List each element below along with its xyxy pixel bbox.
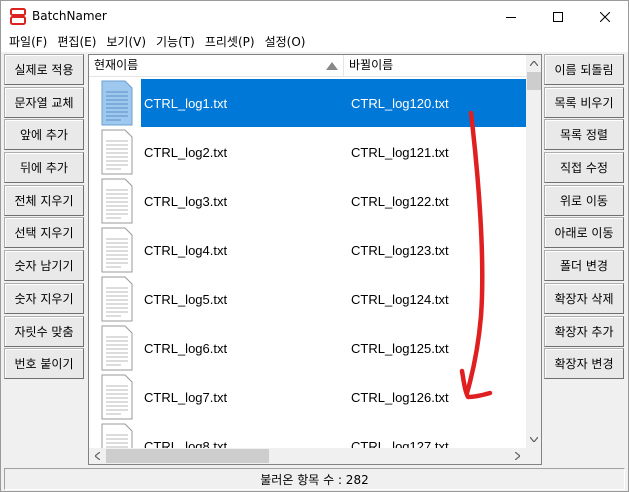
- text-file-icon: [101, 325, 133, 371]
- move-down-button[interactable]: 아래로 이동: [544, 217, 624, 249]
- menu-tools[interactable]: 기능(T): [151, 32, 200, 52]
- close-icon: [600, 11, 610, 22]
- remove-numbers-button[interactable]: 숫자 지우기: [4, 282, 84, 314]
- current-name-cell: CTRL_log2.txt: [144, 145, 228, 160]
- text-file-icon: [101, 227, 133, 273]
- column-current-name[interactable]: 현재이름: [89, 55, 344, 77]
- list-item[interactable]: CTRL_log6.txt CTRL_log125.txt: [89, 323, 526, 372]
- scroll-left-icon: [95, 452, 100, 460]
- scroll-down-icon: [530, 437, 538, 442]
- title-bar[interactable]: BatchNamer: [1, 1, 628, 32]
- move-up-button[interactable]: 위로 이동: [544, 184, 624, 216]
- list-item[interactable]: CTRL_log7.txt CTRL_log126.txt: [89, 372, 526, 421]
- status-bar: 불러온 항목 수 : 282: [4, 468, 625, 490]
- replace-string-button[interactable]: 문자열 교체: [4, 86, 84, 118]
- maximize-icon: [553, 11, 563, 22]
- apply-button[interactable]: 실제로 적용: [4, 54, 84, 85]
- text-file-icon: [101, 129, 133, 175]
- list-item[interactable]: CTRL_log5.txt CTRL_log124.txt: [89, 274, 526, 323]
- scroll-left-button[interactable]: [89, 448, 106, 464]
- text-file-icon: [101, 276, 133, 322]
- new-name-cell: CTRL_log120.txt: [351, 96, 449, 111]
- new-name-cell: CTRL_log127.txt: [351, 439, 449, 448]
- current-name-cell: CTRL_log6.txt: [144, 341, 228, 356]
- horizontal-scrollbar[interactable]: [89, 448, 526, 464]
- new-name-cell: CTRL_log126.txt: [351, 390, 449, 405]
- list-item[interactable]: CTRL_log3.txt CTRL_log122.txt: [89, 176, 526, 225]
- text-file-icon: [101, 423, 133, 448]
- column-new-name[interactable]: 바뀔이름: [344, 55, 526, 77]
- text-file-icon: [101, 80, 133, 126]
- menu-file[interactable]: 파일(F): [4, 32, 52, 52]
- list-item[interactable]: CTRL_log2.txt CTRL_log121.txt: [89, 127, 526, 176]
- clear-selection-button[interactable]: 선택 지우기: [4, 217, 84, 249]
- clear-list-button[interactable]: 목록 비우기: [544, 86, 624, 118]
- loaded-count-text: 불러온 항목 수 : 282: [260, 472, 369, 487]
- scroll-up-icon: [530, 61, 538, 66]
- file-list-view[interactable]: 현재이름 바뀔이름 CTRL_log1.txt CTRL_log120.txt: [88, 54, 542, 465]
- current-name-cell: CTRL_log4.txt: [144, 243, 228, 258]
- column-new-name-label: 바뀔이름: [349, 58, 394, 72]
- batchnamer-app-icon: [10, 8, 26, 25]
- current-name-cell: CTRL_log5.txt: [144, 292, 228, 307]
- right-button-panel: 이름 되돌림 목록 비우기 목록 정렬 직접 수정 위로 이동 아래로 이동 폴…: [544, 54, 624, 381]
- change-folder-button[interactable]: 폴더 변경: [544, 250, 624, 282]
- sort-ascending-icon: [326, 62, 338, 70]
- menu-view[interactable]: 보기(V): [101, 32, 151, 52]
- list-item[interactable]: CTRL_log4.txt CTRL_log123.txt: [89, 225, 526, 274]
- menu-bar: 파일(F) 편집(E) 보기(V) 기능(T) 프리셋(P) 설정(O): [1, 32, 628, 52]
- vertical-scrollbar[interactable]: [526, 55, 541, 448]
- current-name-cell: CTRL_log8.txt: [144, 439, 228, 448]
- scroll-up-button[interactable]: [526, 55, 541, 72]
- scrollbar-corner: [526, 448, 541, 464]
- text-file-icon: [101, 374, 133, 420]
- new-name-cell: CTRL_log121.txt: [351, 145, 449, 160]
- keep-numbers-button[interactable]: 숫자 남기기: [4, 250, 84, 282]
- add-extension-button[interactable]: 확장자 추가: [544, 315, 624, 347]
- batchnamer-window: BatchNamer 파일(F) 편집(E) 보기(V) 기능(T) 프리셋(P…: [0, 0, 629, 492]
- new-name-cell: CTRL_log124.txt: [351, 292, 449, 307]
- clear-all-button[interactable]: 전체 지우기: [4, 184, 84, 216]
- remove-extension-button[interactable]: 확장자 삭제: [544, 282, 624, 314]
- current-name-cell: CTRL_log7.txt: [144, 390, 228, 405]
- add-suffix-button[interactable]: 뒤에 추가: [4, 152, 84, 184]
- undo-rename-button[interactable]: 이름 되돌림: [544, 54, 624, 85]
- maximize-button[interactable]: [535, 1, 581, 32]
- add-prefix-button[interactable]: 앞에 추가: [4, 119, 84, 151]
- scroll-down-button[interactable]: [526, 431, 541, 448]
- left-button-panel: 실제로 적용 문자열 교체 앞에 추가 뒤에 추가 전체 지우기 선택 지우기 …: [4, 54, 84, 381]
- new-name-cell: CTRL_log123.txt: [351, 243, 449, 258]
- change-extension-button[interactable]: 확장자 변경: [544, 348, 624, 380]
- menu-edit[interactable]: 편집(E): [52, 32, 101, 52]
- new-name-cell: CTRL_log125.txt: [351, 341, 449, 356]
- sort-list-button[interactable]: 목록 정렬: [544, 119, 624, 151]
- list-item[interactable]: CTRL_log1.txt CTRL_log120.txt: [89, 78, 526, 127]
- text-file-icon: [101, 178, 133, 224]
- list-rows: CTRL_log1.txt CTRL_log120.txt CTRL_log2.…: [89, 78, 526, 448]
- new-name-cell: CTRL_log122.txt: [351, 194, 449, 209]
- window-title: BatchNamer: [32, 9, 107, 23]
- edit-directly-button[interactable]: 직접 수정: [544, 152, 624, 184]
- horizontal-scroll-thumb[interactable]: [106, 449, 269, 463]
- menu-settings[interactable]: 설정(O): [260, 32, 311, 52]
- current-name-cell: CTRL_log3.txt: [144, 194, 228, 209]
- close-button[interactable]: [582, 1, 628, 32]
- minimize-button[interactable]: [488, 1, 534, 32]
- list-item[interactable]: CTRL_log8.txt CTRL_log127.txt: [89, 421, 526, 448]
- scroll-right-button[interactable]: [509, 448, 526, 464]
- scroll-right-icon: [515, 452, 520, 460]
- pad-digits-button[interactable]: 자릿수 맞춤: [4, 315, 84, 347]
- add-numbering-button[interactable]: 번호 붙이기: [4, 348, 84, 380]
- list-header: 현재이름 바뀔이름: [89, 55, 526, 77]
- minimize-icon: [506, 16, 516, 18]
- current-name-cell: CTRL_log1.txt: [144, 96, 228, 111]
- column-current-name-label: 현재이름: [94, 58, 139, 72]
- vertical-scroll-thumb[interactable]: [527, 72, 541, 90]
- menu-presets[interactable]: 프리셋(P): [200, 32, 260, 52]
